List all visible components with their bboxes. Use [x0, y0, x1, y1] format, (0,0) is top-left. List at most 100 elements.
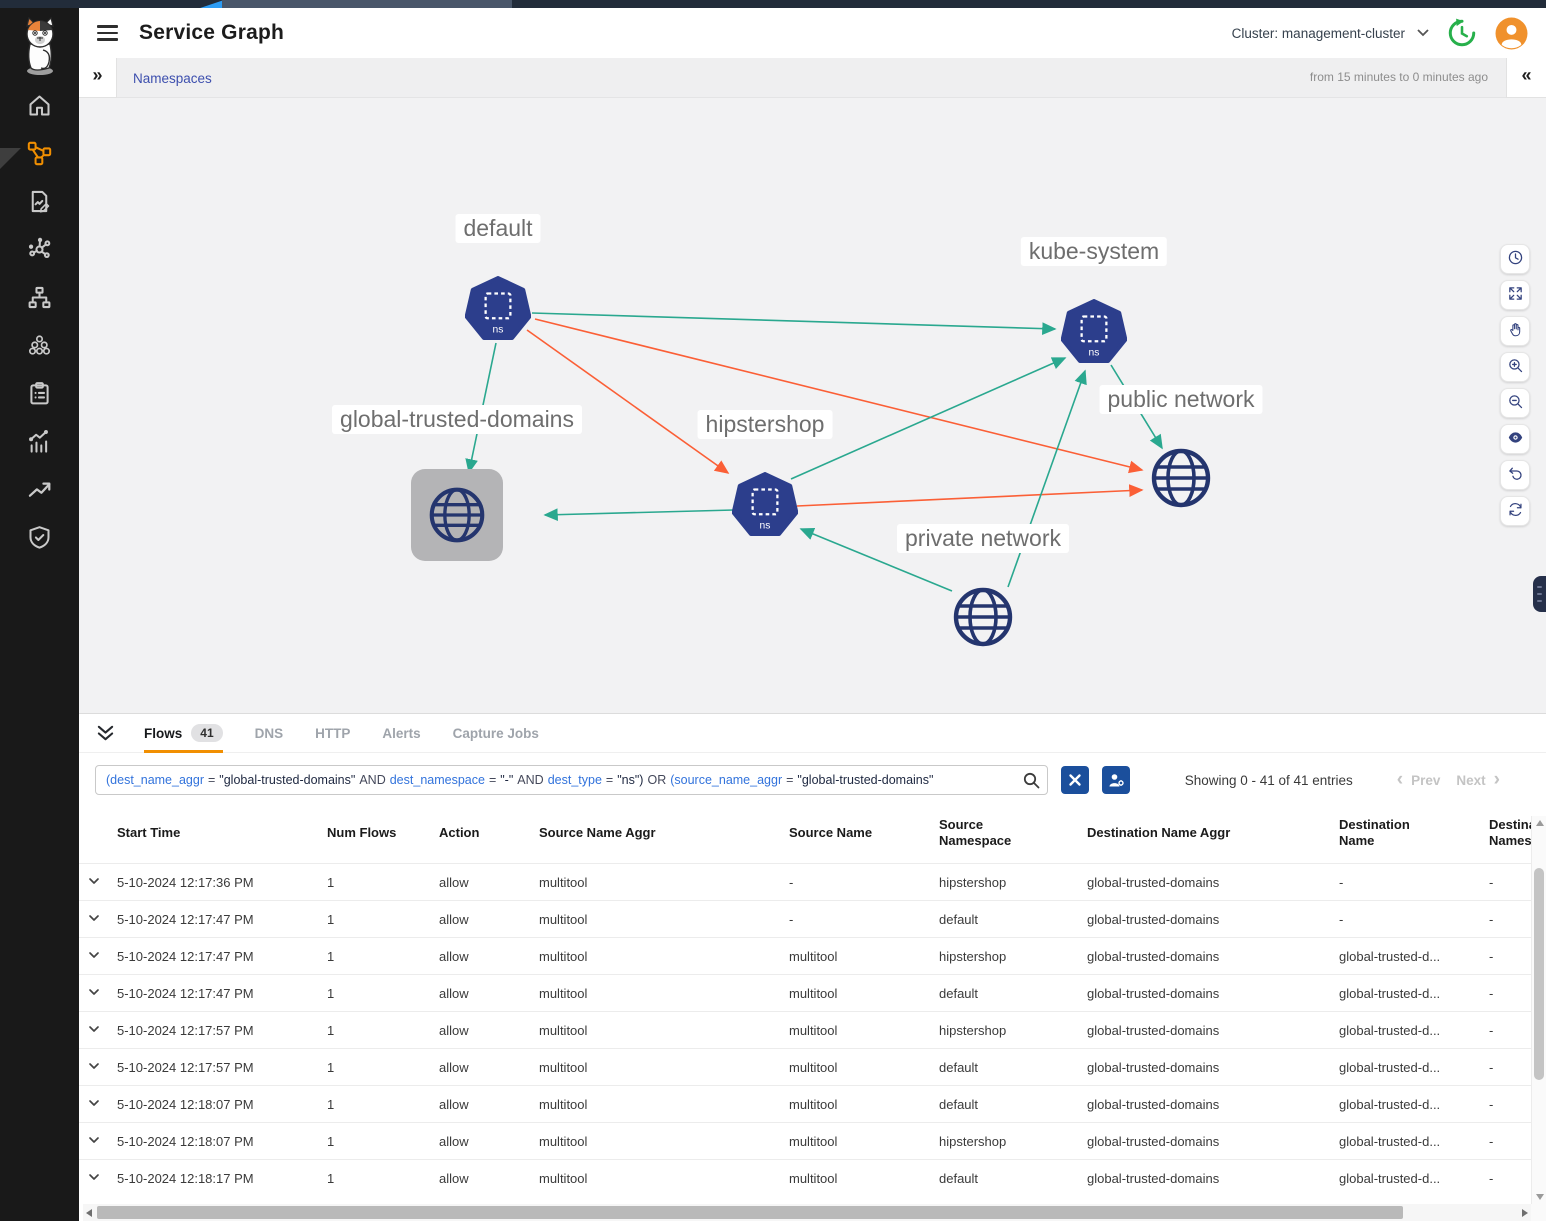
scroll-right-arrow[interactable] [1522, 1209, 1528, 1217]
flow-cell: multitool [539, 875, 789, 890]
tab-flows[interactable]: Flows41 [144, 714, 223, 753]
flow-row[interactable]: 5-10-2024 12:18:17 PM1allowmultitoolmult… [79, 1159, 1546, 1196]
tab-capture-jobs[interactable]: Capture Jobs [453, 714, 539, 753]
row-expand-chevron-icon[interactable] [87, 1024, 101, 1039]
filter-token: = [489, 773, 496, 787]
row-expand-chevron-icon[interactable] [87, 876, 101, 891]
visibility-button[interactable] [1500, 424, 1530, 454]
graph-node-public-network[interactable]: public network [1150, 447, 1212, 509]
flow-cell: multitool [789, 1171, 939, 1186]
history-icon[interactable] [1446, 17, 1478, 49]
graph-node-private-network[interactable]: private network [952, 586, 1014, 648]
flow-row[interactable]: 5-10-2024 12:18:07 PM1allowmultitoolmult… [79, 1085, 1546, 1122]
column-header: Start Time [117, 825, 327, 841]
row-expand-chevron-icon[interactable] [87, 1098, 101, 1113]
cluster-selector[interactable]: Cluster: management-cluster [1232, 26, 1429, 41]
menu-icon[interactable] [97, 21, 118, 45]
next-button[interactable]: Next [1456, 773, 1485, 788]
search-icon[interactable] [1023, 772, 1040, 789]
service-graph-canvas[interactable]: default ns kube-system ns hipstershop ns gl… [79, 98, 1546, 713]
side-panel-handle[interactable] [1533, 576, 1546, 612]
clear-filter-button[interactable] [1061, 766, 1089, 794]
flow-cell: multitool [789, 986, 939, 1001]
collapse-panel-down-icon[interactable] [96, 724, 115, 743]
row-expand-chevron-icon[interactable] [87, 1061, 101, 1076]
flow-row[interactable]: 5-10-2024 12:17:36 PM1allowmultitool-hip… [79, 863, 1546, 900]
flow-cell: global-trusted-d... [1339, 986, 1489, 1001]
sidebar-item-timeline[interactable] [26, 476, 53, 503]
app-root: Service Graph Cluster: management-cluste… [0, 0, 1546, 1221]
filter-query-input[interactable]: (dest_name_aggr="global-trusted-domains"… [95, 765, 1048, 795]
expand-panel-button[interactable]: » [79, 54, 117, 98]
flow-cell: 5-10-2024 12:17:57 PM [117, 1060, 327, 1075]
sidebar-item-threat-defense[interactable] [26, 524, 53, 551]
filter-token: "ns") [617, 773, 643, 787]
prev-button[interactable]: Prev [1411, 773, 1440, 788]
flow-row[interactable]: 5-10-2024 12:17:57 PM1allowmultitoolmult… [79, 1048, 1546, 1085]
row-expand-chevron-icon[interactable] [87, 913, 101, 928]
refresh-button[interactable] [1500, 496, 1530, 526]
selected-node-highlight [411, 469, 503, 561]
horizontal-scroll-thumb[interactable] [97, 1206, 1403, 1219]
sidebar-item-clusters[interactable] [26, 332, 53, 359]
graph-node-kube-system[interactable]: kube-system ns [1061, 299, 1127, 365]
node-label: kube-system [1021, 237, 1167, 266]
table-vertical-scrollbar[interactable] [1531, 816, 1546, 1204]
graph-toolbar: » Namespaces from 15 minutes to 0 minute… [79, 58, 1546, 98]
graph-node-global-trusted-domains[interactable]: global-trusted-domains [411, 469, 503, 561]
scroll-up-arrow[interactable] [1536, 820, 1544, 826]
graph-node-hipstershop[interactable]: hipstershop ns [732, 472, 798, 538]
flow-cell: - [1339, 912, 1489, 927]
pan-button[interactable] [1500, 316, 1530, 346]
filter-token: = [786, 773, 793, 787]
vertical-scroll-thumb[interactable] [1534, 868, 1544, 1080]
sidebar-item-compliance[interactable] [26, 380, 53, 407]
row-expand-chevron-icon[interactable] [87, 1172, 101, 1187]
sidebar-item-service-graph[interactable] [26, 140, 53, 167]
row-expand-chevron-icon[interactable] [87, 987, 101, 1002]
zoom-out-button[interactable] [1500, 388, 1530, 418]
flow-row[interactable]: 5-10-2024 12:17:47 PM1allowmultitool-def… [79, 900, 1546, 937]
fit-screen-button[interactable] [1500, 280, 1530, 310]
edge-default-to-hipstershop [527, 330, 728, 473]
app-header: Service Graph Cluster: management-cluste… [79, 8, 1546, 58]
flow-cell: multitool [539, 1134, 789, 1149]
row-expand-chevron-icon[interactable] [87, 950, 101, 965]
avatar[interactable] [1495, 17, 1528, 50]
scroll-left-arrow[interactable] [86, 1209, 92, 1217]
filter-settings-button[interactable] [1102, 766, 1130, 794]
graph-node-default[interactable]: default ns [465, 276, 531, 342]
clock-button[interactable] [1500, 244, 1530, 274]
flow-cell: allow [439, 1060, 539, 1075]
flow-cell: global-trusted-domains [1087, 1171, 1339, 1186]
flow-cell: - [1489, 912, 1531, 927]
prev-chevron-icon[interactable]: ‹ [1397, 773, 1403, 787]
sidebar-item-policies[interactable] [26, 188, 53, 215]
sidebar-item-dashboard-stats[interactable] [26, 428, 53, 455]
flow-row[interactable]: 5-10-2024 12:17:57 PM1allowmultitoolmult… [79, 1011, 1546, 1048]
next-chevron-icon[interactable]: › [1494, 773, 1500, 787]
flow-row[interactable]: 5-10-2024 12:17:47 PM1allowmultitoolmult… [79, 974, 1546, 1011]
flow-cell: multitool [789, 1097, 939, 1112]
flow-row[interactable]: 5-10-2024 12:17:47 PM1allowmultitoolmult… [79, 937, 1546, 974]
row-expand-chevron-icon[interactable] [87, 1135, 101, 1150]
tab-dns[interactable]: DNS [255, 714, 284, 753]
flow-cell: - [1489, 1060, 1531, 1075]
tab-http[interactable]: HTTP [315, 714, 350, 753]
breadcrumb[interactable]: Namespaces [133, 71, 212, 86]
collapse-panel-button[interactable]: « [1506, 54, 1546, 98]
flow-row[interactable]: 5-10-2024 12:18:07 PM1allowmultitoolmult… [79, 1122, 1546, 1159]
tab-alerts[interactable]: Alerts [382, 714, 420, 753]
flow-cell: multitool [539, 986, 789, 1001]
sidebar-item-endpoints[interactable] [26, 284, 53, 311]
undo-button[interactable] [1500, 460, 1530, 490]
sidebar-item-flow-visualizer[interactable] [26, 236, 53, 263]
tab-label: Capture Jobs [453, 726, 539, 741]
scroll-down-arrow[interactable] [1536, 1194, 1544, 1200]
edge-hipstershop-to-public-network [797, 490, 1142, 506]
zoom-in-button[interactable] [1500, 352, 1530, 382]
sidebar-item-home[interactable] [26, 92, 53, 119]
flow-cell: allow [439, 949, 539, 964]
table-horizontal-scrollbar[interactable] [83, 1204, 1531, 1221]
threat-defense-icon [26, 524, 53, 551]
